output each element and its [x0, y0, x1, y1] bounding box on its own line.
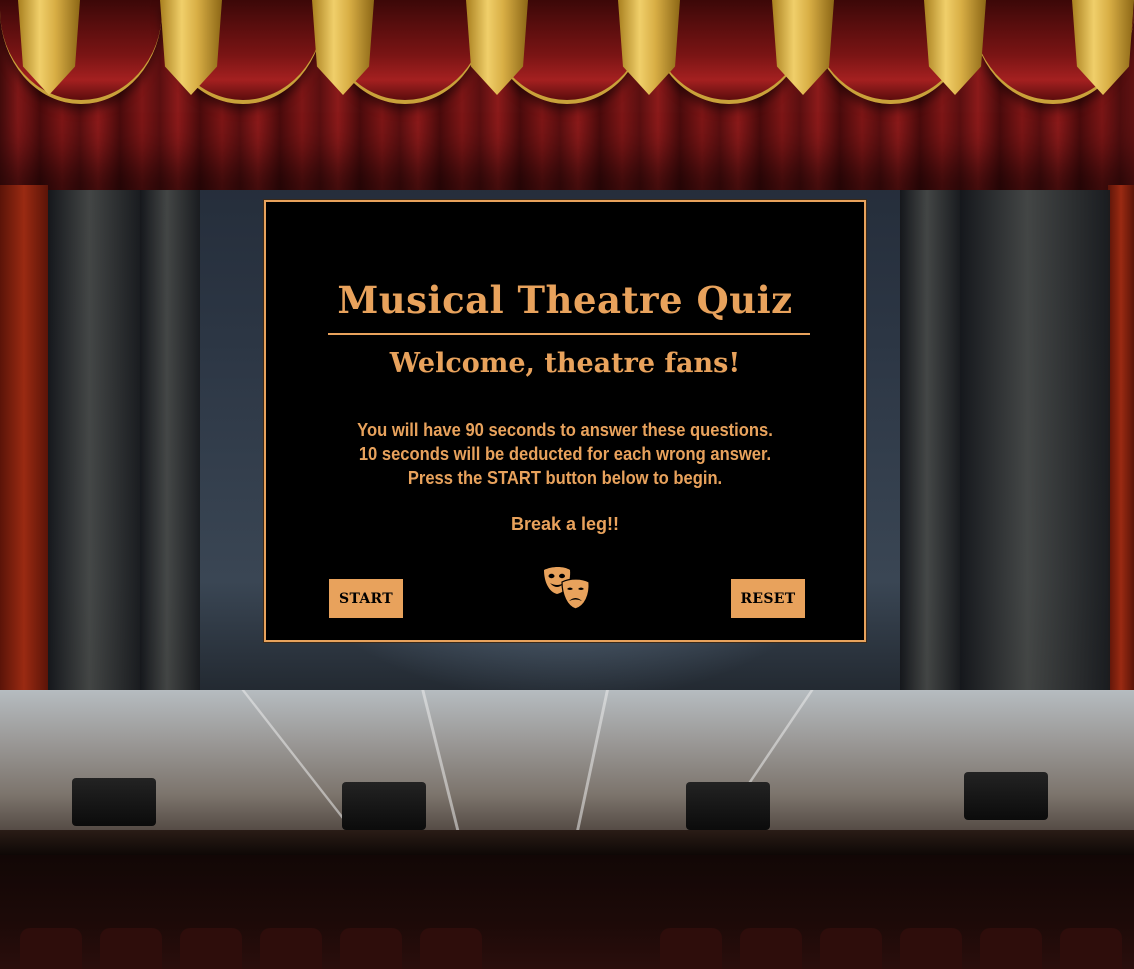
stage-leg	[48, 190, 140, 750]
start-button[interactable]: START	[329, 579, 403, 618]
auditorium-seat	[740, 928, 802, 969]
instruction-line: Press the START button below to begin.	[407, 468, 723, 488]
auditorium-seat	[180, 928, 242, 969]
stage-speaker	[686, 782, 770, 830]
stage-speaker	[342, 782, 426, 830]
title-divider	[328, 333, 810, 335]
sendoff-text: Break a leg!!	[510, 514, 620, 534]
instruction-line: You will have 90 seconds to answer these…	[357, 420, 773, 440]
left-curtain	[0, 185, 48, 760]
stage-apron	[0, 830, 1134, 855]
stage-speaker	[964, 772, 1048, 820]
auditorium	[0, 855, 1134, 969]
auditorium-seat	[420, 928, 482, 969]
auditorium-seat	[100, 928, 162, 969]
stage-speaker	[72, 778, 156, 826]
theatre-masks-icon	[544, 567, 590, 610]
welcome-heading: Welcome, theatre fans!	[389, 348, 741, 379]
reset-button[interactable]: RESET	[731, 579, 805, 618]
stage-leg	[900, 190, 960, 710]
auditorium-seat	[340, 928, 402, 969]
stage-background: Musical Theatre Quiz Welcome, theatre fa…	[0, 0, 1134, 969]
auditorium-seat	[20, 928, 82, 969]
instruction-line: 10 seconds will be deducted for each wro…	[358, 444, 772, 464]
auditorium-seat	[660, 928, 722, 969]
curtain-tassels	[0, 0, 1134, 100]
stage-leg	[140, 190, 200, 710]
auditorium-seat	[1060, 928, 1122, 969]
auditorium-seat	[820, 928, 882, 969]
curtain-valance	[0, 0, 1134, 190]
quiz-card: Musical Theatre Quiz Welcome, theatre fa…	[263, 199, 867, 643]
auditorium-seat	[900, 928, 962, 969]
auditorium-seat	[260, 928, 322, 969]
right-curtain	[1108, 185, 1134, 760]
auditorium-seat	[980, 928, 1042, 969]
quiz-title: Musical Theatre Quiz	[337, 278, 793, 322]
quiz-instructions: You will have 90 seconds to answer these…	[290, 418, 840, 490]
stage-leg	[960, 190, 1110, 750]
